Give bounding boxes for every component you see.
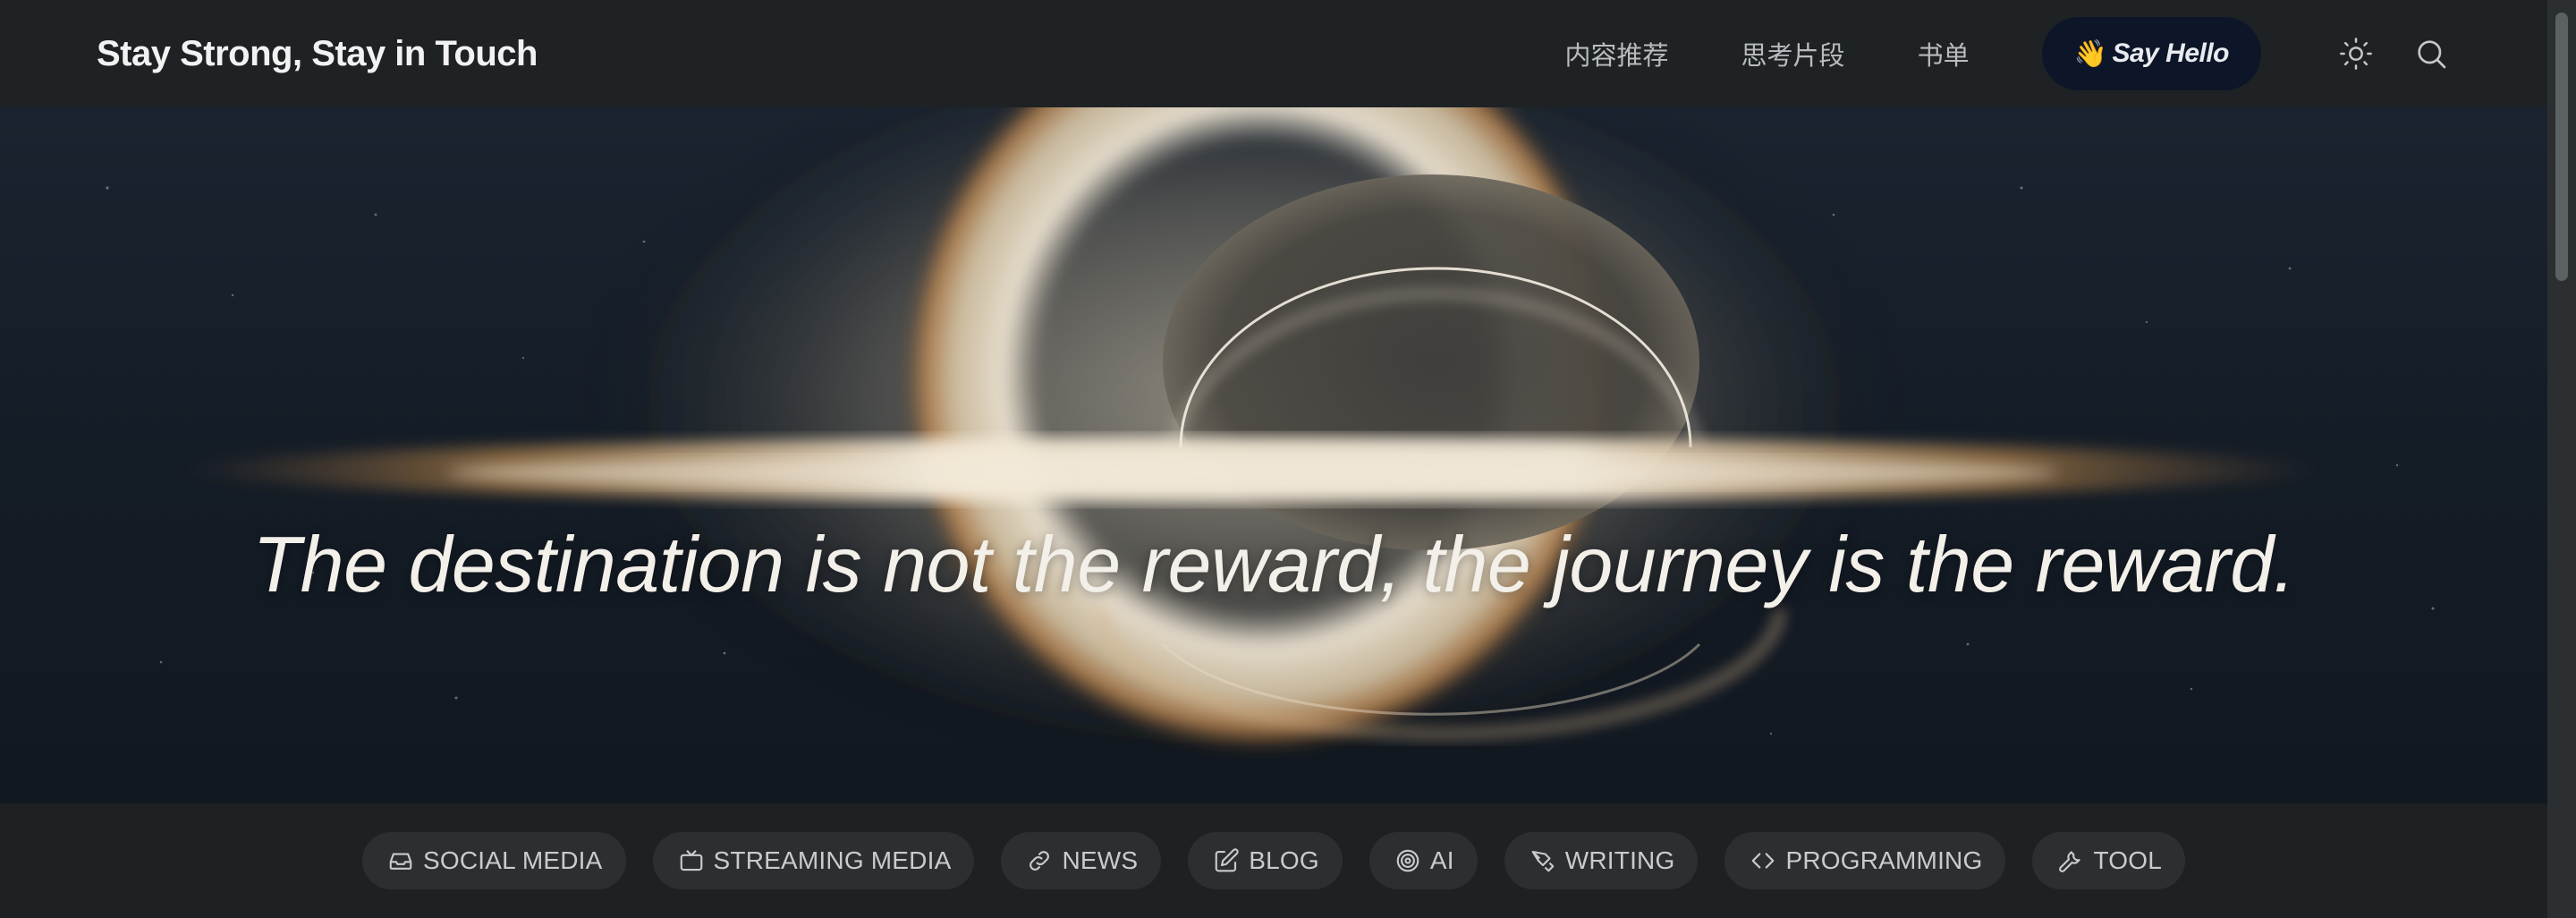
main-nav: 内容推荐 思考片段 书单 👋 Say Hello <box>1565 17 2451 90</box>
search-icon <box>2418 40 2446 69</box>
pen-tool-icon <box>1528 846 1558 876</box>
nav-link-recommendations[interactable]: 内容推荐 <box>1565 35 1669 72</box>
category-chip-ai[interactable]: AI <box>1368 832 1478 889</box>
hero-quote: The destination is not the reward, the j… <box>252 520 2295 608</box>
category-label: AI <box>1429 846 1454 874</box>
sun-icon <box>2340 38 2372 70</box>
link-icon <box>1024 846 1055 876</box>
category-label: BLOG <box>1249 846 1319 874</box>
category-chip-news[interactable]: NEWS <box>1001 832 1162 889</box>
say-hello-label: Say Hello <box>2112 38 2229 68</box>
page-scrollbar[interactable] <box>2547 0 2576 918</box>
search-button[interactable] <box>2411 34 2451 73</box>
nav-link-booklist[interactable]: 书单 <box>1918 35 1970 72</box>
page: Stay Strong, Stay in Touch 内容推荐 思考片段 书单 … <box>0 0 2576 918</box>
category-label: NEWS <box>1062 846 1139 874</box>
wrench-icon <box>2055 846 2086 876</box>
theme-toggle-button[interactable] <box>2336 34 2376 73</box>
category-chip-social-media[interactable]: SOCIAL MEDIA <box>362 832 626 889</box>
tv-icon <box>676 846 707 876</box>
category-bar: SOCIAL MEDIA STREAMING MEDIA NEWS BLOG A… <box>0 803 2547 918</box>
waving-hand-icon: 👋 <box>2073 38 2107 69</box>
category-chip-blog[interactable]: BLOG <box>1188 832 1343 889</box>
say-hello-button[interactable]: 👋 Say Hello <box>2041 17 2261 90</box>
category-label: SOCIAL MEDIA <box>423 846 603 874</box>
nav-link-thoughts[interactable]: 思考片段 <box>1741 35 1845 72</box>
hero-banner: The destination is not the reward, the j… <box>0 107 2547 803</box>
site-header: Stay Strong, Stay in Touch 内容推荐 思考片段 书单 … <box>0 0 2547 107</box>
category-chip-programming[interactable]: PROGRAMMING <box>1724 832 2006 889</box>
category-chip-writing[interactable]: WRITING <box>1504 832 1699 889</box>
scrollbar-thumb[interactable] <box>2555 13 2568 281</box>
category-label: PROGRAMMING <box>1785 846 1983 874</box>
target-icon <box>1393 846 1423 876</box>
category-chip-streaming-media[interactable]: STREAMING MEDIA <box>652 832 975 889</box>
black-hole-image <box>106 107 2435 787</box>
code-icon <box>1748 846 1778 876</box>
category-label: TOOL <box>2093 846 2162 874</box>
edit-icon <box>1211 846 1241 876</box>
category-label: WRITING <box>1564 846 1675 874</box>
category-chip-tool[interactable]: TOOL <box>2032 832 2185 889</box>
category-label: STREAMING MEDIA <box>713 846 952 874</box>
site-title[interactable]: Stay Strong, Stay in Touch <box>97 34 538 74</box>
inbox-icon <box>386 846 416 876</box>
